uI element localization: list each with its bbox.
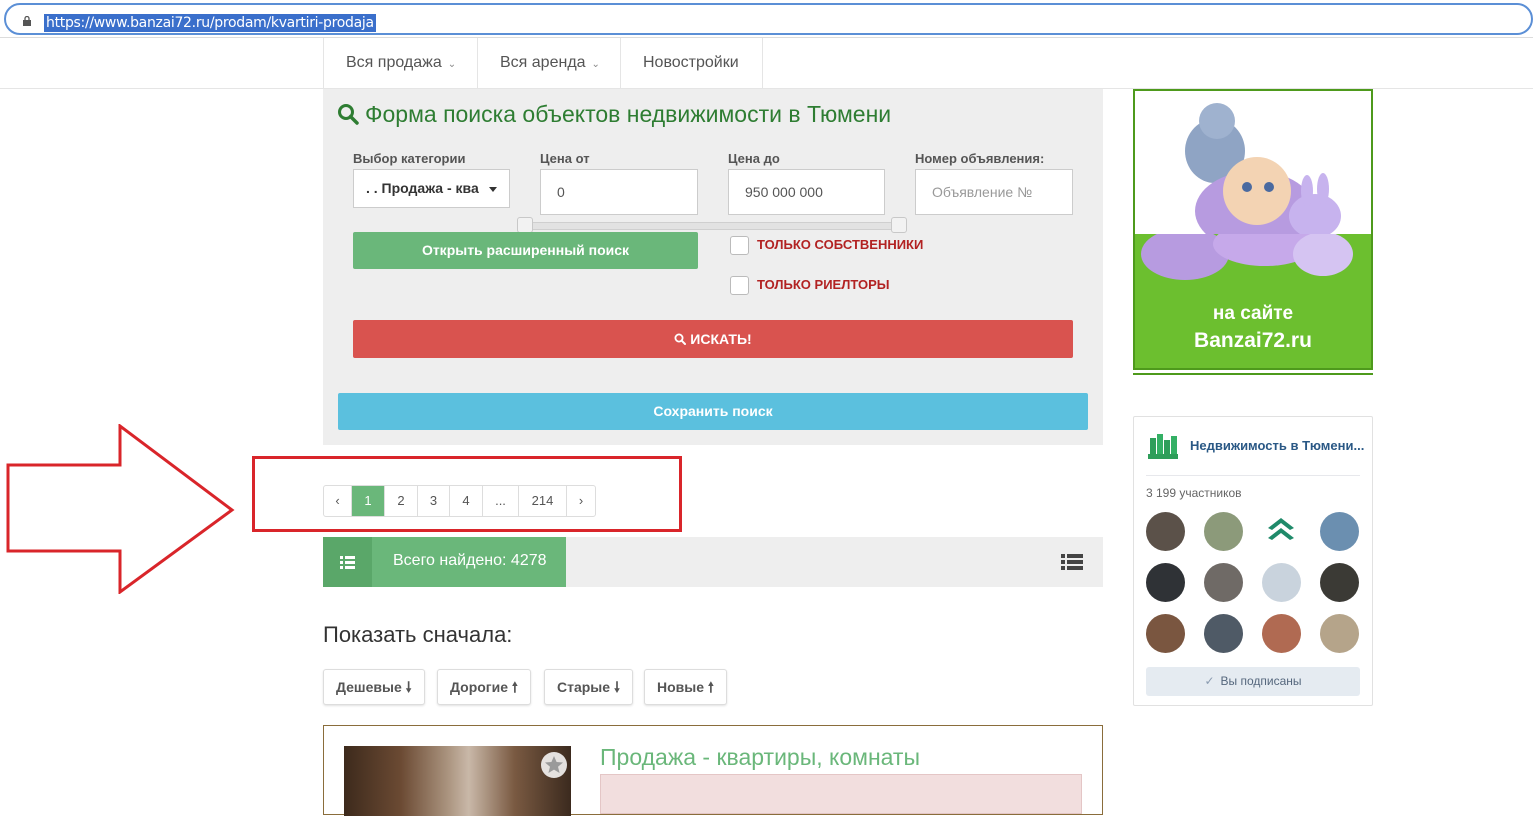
member-avatar[interactable] bbox=[1204, 512, 1243, 551]
chevron-down-icon: ⌄ bbox=[591, 59, 600, 70]
nav-item-all-rent[interactable]: Вся аренда ⌄ bbox=[477, 38, 620, 88]
divider bbox=[1146, 475, 1360, 476]
ad-line-1: на сайте bbox=[1212, 303, 1294, 324]
member-avatar[interactable] bbox=[1320, 563, 1359, 602]
vk-members-count[interactable]: 3 199 участников bbox=[1146, 486, 1242, 500]
ad-banner-image bbox=[1135, 91, 1371, 251]
advanced-search-button[interactable]: Открыть расширенный поиск bbox=[353, 232, 698, 269]
search-form: Форма поиска объектов недвижимости в Тюм… bbox=[323, 89, 1103, 445]
results-bar: Всего найдено: 4278 bbox=[323, 537, 1103, 587]
sort-cheap-button[interactable]: Дешевые 🠗 bbox=[323, 669, 425, 705]
favorite-star-icon[interactable] bbox=[541, 752, 567, 778]
arrow-right-icon bbox=[6, 424, 235, 594]
nav-item-label: Вся аренда bbox=[500, 54, 586, 71]
realtors-only-checkbox[interactable] bbox=[730, 276, 749, 295]
top-navigation: Вся продажа ⌄ Вся аренда ⌄ Новостройки bbox=[0, 38, 1533, 89]
arrow-up-icon: 🠕 bbox=[707, 679, 714, 695]
ad-number-label: Номер объявления: bbox=[915, 151, 1045, 166]
vk-subscribed-button[interactable]: ✓ Вы подписаны bbox=[1146, 667, 1360, 696]
member-avatar[interactable] bbox=[1262, 563, 1301, 602]
member-avatar[interactable] bbox=[1146, 512, 1185, 551]
search-form-title: Форма поиска объектов недвижимости в Тюм… bbox=[337, 101, 891, 128]
price-slider-handle-max[interactable] bbox=[891, 217, 907, 233]
ad-banner[interactable]: на сайте Banzai72.ru bbox=[1133, 89, 1373, 370]
arrow-down-icon: 🠗 bbox=[405, 679, 412, 695]
url-text[interactable]: https://www.banzai72.ru/prodam/kvartiri-… bbox=[44, 14, 376, 32]
arrow-down-icon: 🠗 bbox=[613, 679, 620, 695]
sort-button-label: Дешевые bbox=[336, 679, 402, 695]
member-avatar[interactable] bbox=[1262, 512, 1301, 551]
nav-item-all-sale[interactable]: Вся продажа ⌄ bbox=[323, 38, 477, 88]
member-avatar[interactable] bbox=[1320, 614, 1359, 653]
listing-price-box bbox=[600, 774, 1082, 814]
sort-button-label: Старые bbox=[557, 679, 611, 695]
listing-title[interactable]: Продажа - квартиры, комнаты bbox=[600, 744, 920, 771]
price-from-label: Цена от bbox=[540, 151, 590, 166]
price-slider-handle-min[interactable] bbox=[517, 217, 533, 233]
member-avatar[interactable] bbox=[1146, 614, 1185, 653]
member-avatar[interactable] bbox=[1204, 563, 1243, 602]
lock-icon bbox=[23, 16, 31, 26]
chevron-down-icon: ⌄ bbox=[447, 59, 457, 70]
search-button-label: ИСКАТЬ! bbox=[690, 331, 752, 347]
member-avatar[interactable] bbox=[1262, 614, 1301, 653]
member-avatar[interactable] bbox=[1146, 563, 1185, 602]
results-count: Всего найдено: 4278 bbox=[393, 552, 547, 569]
realtors-only-label[interactable]: ТОЛЬКО РИЕЛТОРЫ bbox=[757, 277, 889, 292]
group-logo-icon bbox=[1148, 434, 1178, 459]
results-count-box: Всего найдено: 4278 bbox=[323, 537, 566, 587]
search-button[interactable]: ИСКАТЬ! bbox=[353, 320, 1073, 358]
vk-group-name[interactable]: Недвижимость в Тюмени... bbox=[1190, 438, 1364, 453]
arrow-up-icon: 🠕 bbox=[511, 679, 518, 695]
browser-address-bar: https://www.banzai72.ru/prodam/kvartiri-… bbox=[0, 0, 1533, 38]
vk-subscribed-label: Вы подписаны bbox=[1220, 674, 1302, 688]
search-icon bbox=[674, 333, 687, 345]
category-label: Выбор категории bbox=[353, 151, 466, 166]
listing-card[interactable]: Продажа - квартиры, комнаты bbox=[323, 725, 1103, 816]
sort-old-button[interactable]: Старые 🠗 bbox=[544, 669, 633, 705]
vk-group-widget: Недвижимость в Тюмени... 3 199 участнико… bbox=[1133, 416, 1373, 706]
nav-item-new-buildings[interactable]: Новостройки bbox=[620, 38, 763, 88]
highlight-rectangle bbox=[252, 456, 682, 532]
ad-number-input[interactable]: Объявление № bbox=[915, 169, 1073, 215]
sort-button-label: Новые bbox=[657, 679, 705, 695]
sort-button-label: Дорогие bbox=[450, 679, 509, 695]
price-to-input[interactable]: 950 000 000 bbox=[728, 169, 885, 215]
sort-new-button[interactable]: Новые 🠕 bbox=[644, 669, 727, 705]
category-select[interactable]: . . Продажа - ква bbox=[353, 169, 510, 208]
save-search-button[interactable]: Сохранить поиск bbox=[338, 393, 1088, 430]
ad-illustration bbox=[1141, 234, 1353, 280]
url-field[interactable]: https://www.banzai72.ru/prodam/kvartiri-… bbox=[4, 3, 1533, 35]
ad-divider bbox=[1133, 373, 1373, 375]
nav-item-label: Вся продажа bbox=[346, 54, 442, 71]
listing-photo[interactable] bbox=[344, 746, 571, 816]
nav-item-label: Новостройки bbox=[643, 54, 739, 71]
owners-only-label[interactable]: ТОЛЬКО СОБСТВЕННИКИ bbox=[757, 237, 923, 252]
owners-only-checkbox[interactable] bbox=[730, 236, 749, 255]
price-to-label: Цена до bbox=[728, 151, 780, 166]
checkmark-icon: ✓ bbox=[1204, 674, 1215, 688]
list-icon bbox=[323, 537, 376, 587]
member-avatar[interactable] bbox=[1204, 614, 1243, 653]
price-slider[interactable] bbox=[521, 222, 901, 230]
member-avatar[interactable] bbox=[1320, 512, 1359, 551]
sort-expensive-button[interactable]: Дорогие 🠕 bbox=[437, 669, 531, 705]
ad-line-2: Banzai72.ru bbox=[1194, 329, 1312, 352]
sort-heading: Показать сначала: bbox=[323, 622, 513, 647]
caret-down-icon bbox=[489, 187, 497, 192]
search-icon bbox=[338, 104, 359, 125]
category-select-value: . . Продажа - ква bbox=[366, 180, 479, 196]
search-form-title-text: Форма поиска объектов недвижимости в Тюм… bbox=[365, 101, 892, 127]
price-from-input[interactable]: 0 bbox=[540, 169, 698, 215]
view-list-icon[interactable] bbox=[1061, 552, 1083, 572]
